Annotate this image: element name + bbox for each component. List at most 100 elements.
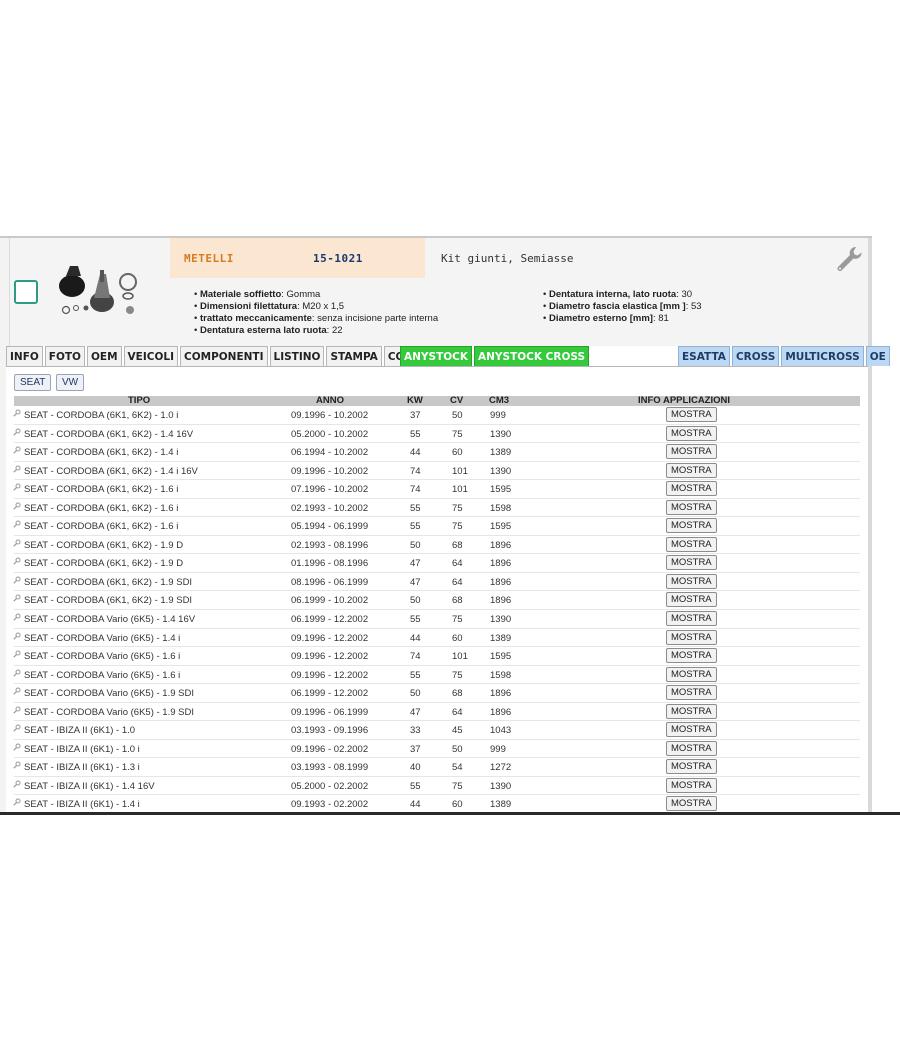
tab-componenti[interactable]: COMPONENTI <box>179 346 268 366</box>
cell-cv: 64 <box>452 558 463 570</box>
tab-anystock-cross[interactable]: ANYSTOCK CROSS <box>474 346 590 366</box>
spec-item: Dentatura interna, lato ruota: 30 <box>543 289 702 301</box>
cell-tipo[interactable]: SEAT - CORDOBA Vario (6K5) - 1.4 16V <box>24 614 195 625</box>
cell-cm3: 999 <box>490 743 506 755</box>
table-row: SEAT - IBIZA II (6K1) - 1.3 i 03.1993 - 0… <box>13 758 860 777</box>
bottom-divider <box>0 812 900 815</box>
cell-tipo[interactable]: SEAT - IBIZA II (6K1) - 1.0 i <box>24 744 140 755</box>
cell-tipo[interactable]: SEAT - CORDOBA Vario (6K5) - 1.6 i <box>24 651 180 662</box>
table-row: SEAT - CORDOBA Vario (6K5) - 1.4 i 09.199… <box>13 629 860 648</box>
cell-cm3: 1595 <box>490 521 512 533</box>
cell-kw: 47 <box>410 558 421 570</box>
wrench-icon[interactable] <box>834 244 864 274</box>
tab-stampa[interactable]: STAMPA <box>326 346 382 366</box>
cell-tipo[interactable]: SEAT - CORDOBA (6K1, 6K2) - 1.9 SDI <box>24 577 192 588</box>
cell-kw: 55 <box>410 614 421 626</box>
cell-tipo[interactable]: SEAT - CORDOBA (6K1, 6K2) - 1.6 i <box>24 484 178 495</box>
tab-anystock[interactable]: ANYSTOCK <box>400 346 473 366</box>
mostra-button[interactable]: MOSTRA <box>666 462 717 478</box>
cell-kw: 55 <box>410 669 421 681</box>
mostra-button[interactable]: MOSTRA <box>666 722 717 738</box>
mostra-button[interactable]: MOSTRA <box>666 629 717 645</box>
cell-kw: 44 <box>410 447 421 459</box>
cell-tipo[interactable]: SEAT - CORDOBA Vario (6K5) - 1.9 SDI <box>24 707 194 718</box>
mostra-button[interactable]: MOSTRA <box>666 611 717 627</box>
mostra-button[interactable]: MOSTRA <box>666 425 717 441</box>
mostra-button[interactable]: MOSTRA <box>666 759 717 775</box>
cell-tipo[interactable]: SEAT - CORDOBA (6K1, 6K2) - 1.9 SDI <box>24 595 192 606</box>
cell-tipo[interactable]: SEAT - CORDOBA (6K1, 6K2) - 1.9 D <box>24 558 183 569</box>
brand-name[interactable]: METELLI <box>184 252 234 265</box>
cell-tipo[interactable]: SEAT - CORDOBA (6K1, 6K2) - 1.4 i <box>24 447 178 458</box>
magnifier-icon <box>13 446 21 454</box>
product-code[interactable]: 15-1021 <box>313 252 363 265</box>
mostra-button[interactable]: MOSTRA <box>666 536 717 552</box>
cell-cv: 54 <box>452 762 463 774</box>
scrollbar-track[interactable] <box>868 238 872 812</box>
table-row: SEAT - CORDOBA (6K1, 6K2) - 1.6 i 05.1994… <box>13 517 860 536</box>
tab-oem[interactable]: OEM <box>86 346 122 366</box>
header-cv: CV <box>450 395 464 406</box>
mostra-button[interactable]: MOSTRA <box>666 407 717 422</box>
cell-cm3: 1595 <box>490 484 512 496</box>
cell-anno: 08.1996 - 06.1999 <box>291 576 369 588</box>
cell-tipo[interactable]: SEAT - CORDOBA (6K1, 6K2) - 1.4 16V <box>24 429 193 440</box>
tab-oe[interactable]: OE <box>865 346 890 366</box>
tab-multicross[interactable]: MULTICROSS <box>781 346 864 366</box>
cell-tipo[interactable]: SEAT - CORDOBA (6K1, 6K2) - 1.0 i <box>24 410 178 421</box>
tab-cross[interactable]: CROSS <box>731 346 780 366</box>
header-info-applicazioni: INFO APPLICAZIONI <box>638 395 731 406</box>
cell-anno: 09.1996 - 10.2002 <box>291 465 369 477</box>
mostra-button[interactable]: MOSTRA <box>666 703 717 719</box>
cell-tipo[interactable]: SEAT - CORDOBA Vario (6K5) - 1.6 i <box>24 670 180 681</box>
table-row: SEAT - IBIZA II (6K1) - 1.0 03.1993 - 09.… <box>13 721 860 740</box>
tab-foto[interactable]: FOTO <box>44 346 85 366</box>
cell-tipo[interactable]: SEAT - IBIZA II (6K1) - 1.0 <box>24 725 135 736</box>
tab-info[interactable]: INFO <box>6 346 43 366</box>
tab-bar-stock: ANYSTOCK ANYSTOCK CROSS <box>400 346 591 366</box>
cell-cv: 68 <box>452 688 463 700</box>
table-row: SEAT - CORDOBA Vario (6K5) - 1.6 i 09.199… <box>13 647 860 666</box>
mostra-button[interactable]: MOSTRA <box>666 796 717 812</box>
cell-anno: 01.1996 - 08.1996 <box>291 558 369 570</box>
cell-tipo[interactable]: SEAT - CORDOBA Vario (6K5) - 1.9 SDI <box>24 688 194 699</box>
spec-list-left: Materiale soffietto: Gomma Dimensioni fi… <box>194 289 438 337</box>
cell-tipo[interactable]: SEAT - IBIZA II (6K1) - 1.4 16V <box>24 781 155 792</box>
cell-cm3: 1389 <box>490 799 512 811</box>
cell-tipo[interactable]: SEAT - IBIZA II (6K1) - 1.3 i <box>24 762 140 773</box>
tab-esatta[interactable]: ESATTA <box>678 346 730 366</box>
cell-tipo[interactable]: SEAT - CORDOBA (6K1, 6K2) - 1.4 i 16V <box>24 466 198 477</box>
header-tipo: TIPO <box>128 395 151 406</box>
tab-listino[interactable]: LISTINO <box>269 346 325 366</box>
mostra-button[interactable]: MOSTRA <box>666 573 717 589</box>
cell-anno: 09.1993 - 02.2002 <box>291 799 369 811</box>
filter-seat-button[interactable]: SEAT <box>14 374 52 391</box>
table-row: SEAT - CORDOBA Vario (6K5) - 1.4 16V 06.1… <box>13 610 860 629</box>
mostra-button[interactable]: MOSTRA <box>666 740 717 756</box>
cell-tipo[interactable]: SEAT - CORDOBA (6K1, 6K2) - 1.6 i <box>24 503 178 514</box>
mostra-button[interactable]: MOSTRA <box>666 777 717 793</box>
mostra-button[interactable]: MOSTRA <box>666 666 717 682</box>
table-row: SEAT - CORDOBA Vario (6K5) - 1.9 SDI 06.1… <box>13 684 860 703</box>
select-checkbox[interactable] <box>14 280 38 304</box>
tab-veicoli[interactable]: VEICOLI <box>123 346 178 366</box>
magnifier-icon <box>13 428 21 436</box>
mostra-button[interactable]: MOSTRA <box>666 648 717 664</box>
cell-tipo[interactable]: SEAT - CORDOBA (6K1, 6K2) - 1.6 i <box>24 521 178 532</box>
cell-tipo[interactable]: SEAT - CORDOBA Vario (6K5) - 1.4 i <box>24 633 180 644</box>
mostra-button[interactable]: MOSTRA <box>666 481 717 497</box>
mostra-button[interactable]: MOSTRA <box>666 518 717 534</box>
mostra-button[interactable]: MOSTRA <box>666 444 717 460</box>
mostra-button[interactable]: MOSTRA <box>666 555 717 571</box>
cell-kw: 40 <box>410 762 421 774</box>
cell-tipo[interactable]: SEAT - IBIZA II (6K1) - 1.4 i <box>24 799 140 810</box>
cell-anno: 03.1993 - 09.1996 <box>291 725 369 737</box>
mostra-button[interactable]: MOSTRA <box>666 685 717 701</box>
cell-cm3: 1896 <box>490 595 512 607</box>
mostra-button[interactable]: MOSTRA <box>666 499 717 515</box>
cell-cm3: 1390 <box>490 780 512 792</box>
cell-kw: 50 <box>410 539 421 551</box>
cell-tipo[interactable]: SEAT - CORDOBA (6K1, 6K2) - 1.9 D <box>24 540 183 551</box>
filter-vw-button[interactable]: VW <box>56 374 85 391</box>
mostra-button[interactable]: MOSTRA <box>666 592 717 608</box>
